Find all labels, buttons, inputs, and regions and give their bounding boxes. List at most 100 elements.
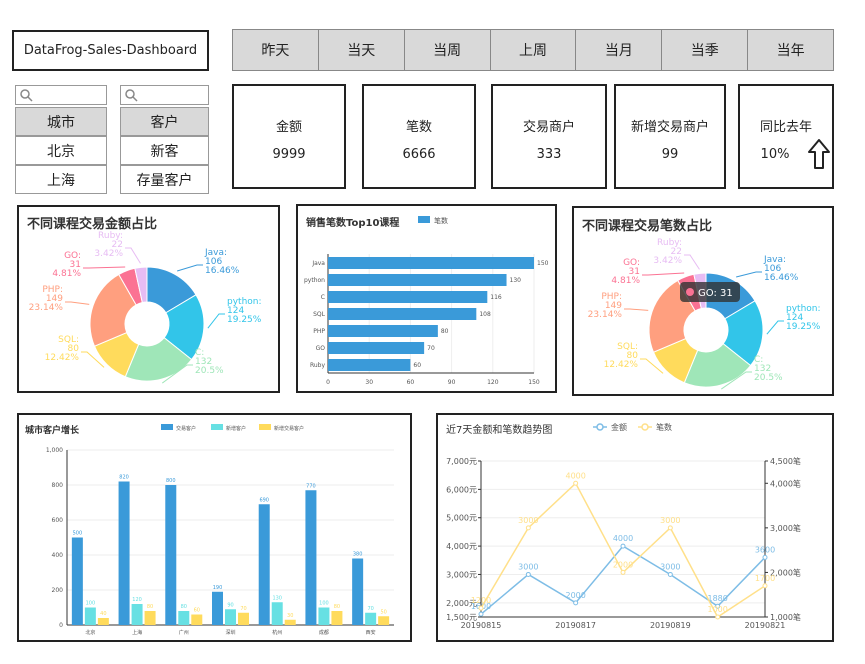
legend-swatch — [161, 424, 173, 430]
tab-today[interactable]: 当天 — [319, 30, 405, 70]
x-tick-label: 120 — [487, 379, 499, 386]
customer-search-input[interactable] — [120, 85, 209, 105]
legend-label: 笔数 — [656, 422, 672, 432]
pie-label-percent: 3.42% — [653, 256, 682, 266]
legend-swatch — [418, 216, 430, 223]
customer-filter-header: 客户 — [120, 107, 209, 136]
data-point — [620, 569, 626, 575]
pie-label-percent: 4.81% — [52, 269, 81, 279]
bar-value-label: 70 — [367, 606, 373, 612]
tab-this-year[interactable]: 当年 — [748, 30, 833, 70]
data-point — [525, 525, 531, 531]
customer-option-new[interactable]: 新客 — [120, 136, 209, 165]
city-option-beijing[interactable]: 北京 — [15, 136, 107, 165]
pie-label-percent: 23.14% — [29, 303, 64, 313]
bar-value-label: 108 — [479, 311, 491, 318]
bar-value-label: 820 — [119, 475, 129, 481]
bar — [84, 607, 96, 625]
arrow-up-icon — [808, 139, 830, 169]
bar-value-label: 100 — [319, 601, 329, 607]
x-tick-label: 0 — [326, 379, 330, 386]
pie-label-percent: 16.46% — [205, 266, 240, 276]
bar — [165, 485, 177, 625]
pie-label-percent: 20.5% — [195, 366, 224, 376]
data-point — [762, 554, 768, 560]
city-option-shanghai[interactable]: 上海 — [15, 165, 107, 194]
data-point — [620, 543, 626, 549]
pie-label-percent: 3.42% — [94, 249, 123, 259]
pie-leader-line — [177, 264, 203, 272]
y-left-tick-label: 7,000元 — [446, 457, 477, 466]
tab-last-week[interactable]: 上周 — [491, 30, 577, 70]
y-tick-label: 1,000 — [46, 447, 63, 454]
kpi-value: 333 — [536, 147, 562, 162]
city-search-input[interactable] — [15, 85, 107, 105]
y-right-tick-label: 4,000笔 — [770, 478, 801, 488]
pie-label-percent: 4.81% — [611, 276, 640, 286]
pie-leader-line — [642, 272, 685, 276]
bar-value-label: 500 — [73, 531, 83, 537]
kpi-label: 交易商户 — [522, 120, 575, 135]
x-tick-label: 20190815 — [461, 621, 502, 630]
pie-leader-line — [207, 313, 225, 329]
bar-value-label: 690 — [259, 497, 269, 503]
data-label: 4000 — [613, 534, 633, 543]
x-tick-label: 20190819 — [650, 621, 691, 630]
bar — [328, 257, 534, 269]
bar-value-label: 40 — [100, 611, 106, 617]
data-point — [667, 525, 673, 531]
bar — [71, 537, 83, 625]
bar-value-label: 70 — [427, 345, 435, 352]
search-icon — [20, 89, 33, 102]
pie-label-percent: 16.46% — [764, 273, 799, 283]
tab-yesterday[interactable]: 昨天 — [233, 30, 319, 70]
city-growth-panel: 城市客户增长 交易客户 新增客户 新增交易客户 0 200 400 600 800 1,000 5… — [17, 413, 412, 642]
y-tick-label: 600 — [52, 517, 64, 524]
bar — [305, 490, 317, 625]
kpi-value: 6666 — [402, 147, 436, 162]
bar — [365, 612, 377, 625]
legend-label: 笔数 — [434, 216, 448, 225]
bar — [328, 274, 507, 286]
data-point — [525, 571, 531, 577]
city-filter: 城市 北京 上海 — [15, 85, 107, 194]
tab-this-quarter[interactable]: 当季 — [662, 30, 749, 70]
y-tick-label: Ruby — [310, 362, 326, 369]
y-tick-label: python — [304, 277, 325, 284]
y-right-tick-label: 4,500笔 — [770, 456, 801, 466]
y-right-tick-label: 3,000笔 — [770, 523, 801, 533]
data-label: 2000 — [613, 560, 633, 569]
x-tick-label: 上海 — [132, 629, 142, 636]
pie-label-percent: 20.5% — [754, 373, 783, 383]
bar-value-label: 50 — [380, 609, 386, 615]
customer-filter: 客户 新客 存量客户 — [120, 85, 209, 194]
pie-label-percent: 19.25% — [786, 322, 821, 332]
bar — [144, 611, 156, 625]
kpi-merchants: 交易商户 333 — [491, 84, 607, 189]
data-label: 3600 — [755, 545, 775, 554]
kpi-count: 笔数 6666 — [362, 84, 476, 189]
data-label: 1700 — [755, 574, 775, 583]
y-tick-label: 400 — [52, 552, 64, 559]
bar-value-label: 800 — [166, 478, 176, 484]
bar-value-label: 150 — [537, 260, 549, 267]
x-tick-label: 150 — [528, 379, 540, 386]
tab-this-week[interactable]: 当周 — [405, 30, 491, 70]
pie-amount-panel: 不同课程交易金额占比 Java: 106 16.46% python: 124 19.25… — [17, 205, 280, 393]
tab-this-month[interactable]: 当月 — [576, 30, 663, 70]
customer-option-existing[interactable]: 存量客户 — [120, 165, 209, 194]
x-tick-label: 西安 — [366, 629, 376, 636]
pie-leader-line — [83, 266, 126, 269]
legend-label: 交易客户 — [176, 425, 196, 432]
pie-leader-line — [766, 320, 784, 335]
pie-label-percent: 23.14% — [588, 310, 623, 320]
pie-label-percent: 19.25% — [227, 315, 262, 325]
pie-leader-line — [684, 254, 700, 270]
bar — [284, 619, 296, 625]
kpi-amount: 金额 9999 — [232, 84, 346, 189]
y-tick-label: GO — [316, 345, 326, 352]
bar-value-label: 190 — [213, 585, 223, 591]
bar-value-label: 100 — [86, 601, 96, 607]
data-point — [478, 611, 484, 617]
y-tick-label: PHP — [313, 328, 325, 335]
